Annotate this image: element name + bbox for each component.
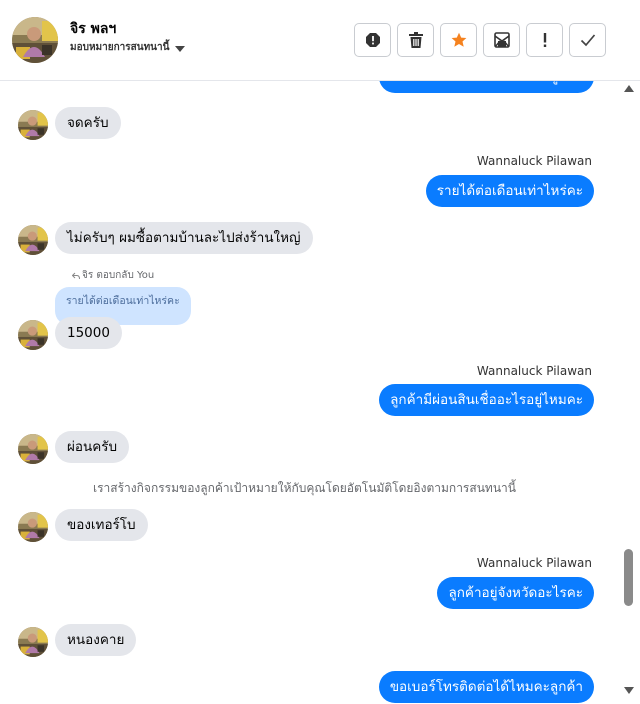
trash-icon (408, 32, 423, 48)
report-icon (365, 33, 380, 47)
system-notice: เราสร้างกิจกรรมของลูกค้าเป้าหมายให้กับคุ… (93, 481, 516, 495)
outgoing-message[interactable]: ขอเบอร์โทรติดต่อได้ไหมคะลูกค้า (378, 81, 594, 93)
sender-name: Wannaluck Pilawan (476, 556, 592, 570)
contact-avatar (18, 512, 48, 542)
outgoing-message[interactable]: ลูกค้าอยู่จังหวัดอะไรคะ (437, 577, 594, 609)
scrollbar-thumb[interactable] (624, 549, 633, 606)
contact-name[interactable]: จิร พลฯ (70, 18, 116, 40)
incoming-message[interactable]: ของเทอร์โบ (55, 509, 148, 541)
mark-unread-button[interactable] (483, 23, 520, 57)
reply-icon (72, 272, 80, 279)
sender-name: Wannaluck Pilawan (476, 364, 592, 378)
conversation-header: จิร พลฯ มอบหมายการสนทนานี้ (0, 0, 640, 81)
caret-down-icon (175, 45, 186, 52)
conversation-actions (354, 23, 606, 57)
contact-avatar (18, 627, 48, 657)
delete-button[interactable] (397, 23, 434, 57)
incoming-message[interactable]: จดครับ (55, 107, 121, 139)
thread-scrollbar[interactable] (622, 81, 636, 704)
check-icon (580, 34, 595, 47)
mark-important-button[interactable] (526, 23, 563, 57)
contact-avatar (18, 434, 48, 464)
contact-avatar (18, 225, 48, 255)
mark-unread-icon (493, 32, 510, 48)
scroll-up-arrow-icon[interactable] (624, 85, 634, 92)
reply-label: จิร ตอบกลับ You (82, 270, 155, 281)
outgoing-message[interactable]: ลูกค้ามีผ่อนสินเชื่ออะไรอยู่ไหมคะ (379, 384, 594, 416)
incoming-message[interactable]: 15000 (55, 317, 122, 349)
incoming-message[interactable]: ผ่อนครับ (55, 431, 130, 463)
mark-done-button[interactable] (569, 23, 606, 57)
contact-avatar (18, 110, 48, 140)
incoming-message[interactable]: หนองคาย (55, 624, 137, 656)
exclamation-icon (543, 33, 546, 47)
sender-name: Wannaluck Pilawan (476, 154, 592, 168)
contact-avatar[interactable] (12, 17, 58, 63)
scroll-down-arrow-icon[interactable] (624, 687, 634, 694)
outgoing-message[interactable]: ขอเบอร์โทรติดต่อได้ไหมคะลูกค้า (378, 671, 594, 703)
message-thread[interactable]: ขอเบอร์โทรติดต่อได้ไหมคะลูกค้า จดครับ Wa… (0, 81, 622, 704)
assign-conversation-label: มอบหมายการสนทนานี้ (70, 42, 170, 53)
outgoing-message[interactable]: รายได้ต่อเดือนเท่าไหร่คะ (425, 175, 594, 207)
assign-conversation-dropdown[interactable]: มอบหมายการสนทนานี้ (70, 40, 186, 55)
star-button[interactable] (440, 23, 477, 57)
incoming-message[interactable]: ไม่ครับๆ ผมซื้อตามบ้านละไปส่งร้านใหญ่ (55, 222, 313, 254)
contact-avatar (18, 320, 48, 350)
star-icon (451, 32, 466, 47)
reply-indicator: จิร ตอบกลับ You (72, 268, 154, 283)
report-button[interactable] (354, 23, 391, 57)
